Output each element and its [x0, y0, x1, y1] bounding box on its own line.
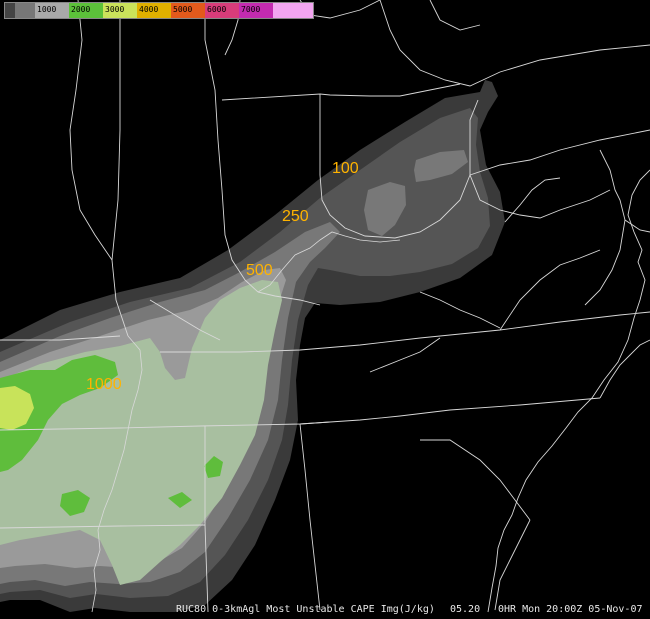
colorbar-tick-label: 5000: [173, 5, 193, 14]
run-time: 0HR Mon 20:00Z 05-Nov-07: [498, 604, 643, 615]
colorbar-segment: [273, 3, 313, 18]
coastline: [487, 169, 650, 613]
contour-label-500: 500: [246, 262, 273, 279]
contour-label-1000: 1000: [86, 376, 122, 393]
colorbar-segment: 5000: [171, 3, 205, 18]
colorbar-tick-label: 1000: [37, 5, 57, 14]
frame-value: 05.20: [450, 604, 481, 615]
colorbar-segment: 6000: [205, 3, 239, 18]
colorbar-tick-label: 4000: [139, 5, 159, 14]
colorbar-segment: [5, 3, 15, 18]
contour-label-250: 250: [282, 208, 309, 225]
contour-label-100: 100: [332, 160, 359, 177]
map-canvas: [0, 0, 650, 613]
colorbar-segment: 2000: [69, 3, 103, 18]
product-footer: RUC80 0-3kmAgl Most Unstable CAPE Img(J/…: [0, 603, 650, 617]
colorbar-segment: [15, 3, 35, 18]
colorbar-tick-label: 7000: [241, 5, 261, 14]
product-name: RUC80 0-3kmAgl Most Unstable CAPE Img(J/…: [176, 604, 435, 615]
colorbar-tick-label: 2000: [71, 5, 91, 14]
colorbar-segment: 4000: [137, 3, 171, 18]
colorbar-tick-label: 6000: [207, 5, 227, 14]
cape-map-display: 1000 2000 3000 4000 5000 6000 7000 100 250 500…: [0, 0, 650, 619]
colorbar-segment: 3000: [103, 3, 137, 18]
colorbar-legend: 1000 2000 3000 4000 5000 6000 7000: [4, 2, 314, 19]
colorbar-tick-label: 3000: [105, 5, 125, 14]
colorbar-segment: 7000: [239, 3, 273, 18]
colorbar-segment: 1000: [35, 3, 69, 18]
